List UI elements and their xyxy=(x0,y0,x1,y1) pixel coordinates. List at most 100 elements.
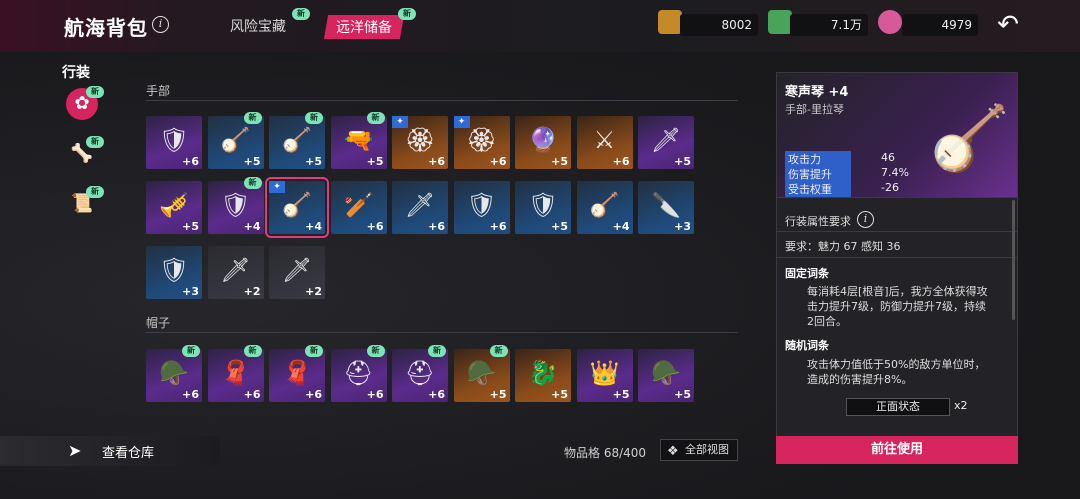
item-art-icon: 🪖 xyxy=(466,359,497,387)
item-art-icon: 🏏 xyxy=(343,191,374,219)
hand-item-slot[interactable]: 🔮 +5 xyxy=(515,116,571,169)
hand-item-slot[interactable]: 🗡 +6 xyxy=(392,181,448,234)
item-art-icon: 🏵 xyxy=(466,126,497,154)
green-gem-value: 7.1万 xyxy=(790,14,868,36)
hand-item-slot[interactable]: 🪕 +5 新 xyxy=(269,112,325,169)
item-art-icon: 🛡 xyxy=(466,191,497,219)
item-level: +5 xyxy=(551,388,568,401)
random-text: 造成的伤害提升8%。 xyxy=(807,373,913,386)
item-art-icon: 🗡 xyxy=(650,126,682,154)
back-arrow-icon[interactable]: ↶ xyxy=(992,10,1024,40)
section-hand: 手部 xyxy=(146,84,171,98)
item-art-icon: 🧣 xyxy=(220,359,251,387)
hand-item-slot[interactable]: 🔫 +5 新 xyxy=(330,112,387,169)
hand-item-slot[interactable]: 🏵 +6 ✦ xyxy=(453,116,510,169)
hand-item-slot[interactable]: 🪕 +4 xyxy=(576,181,633,234)
pink-crystal-icon[interactable] xyxy=(878,10,902,34)
star-icon: ✦ xyxy=(269,181,285,193)
hat-item-slot[interactable]: 🪖 +5 xyxy=(638,349,694,402)
new-badge: 新 xyxy=(428,345,446,357)
hat-item-slot[interactable]: ⛑ +6 新 xyxy=(330,345,387,402)
item-art-icon: 🪕 xyxy=(282,191,312,219)
stat-damage: 伤害提升 7.4% xyxy=(785,166,935,182)
stat-weight: 受击权重 -26 xyxy=(785,181,935,197)
item-level: +6 xyxy=(428,388,445,401)
item-art-icon: 🪖 xyxy=(159,359,189,387)
positive-status-chip[interactable]: 正面状态 xyxy=(846,398,950,416)
go-use-button[interactable]: 前往使用 xyxy=(776,436,1018,464)
hand-item-slot[interactable]: 🪕 +4 ✦ xyxy=(265,177,329,238)
pink-crystal-value: 4979 xyxy=(902,14,978,36)
item-art-icon: 🛡 xyxy=(220,191,251,219)
item-art-icon: 👑 xyxy=(589,359,620,387)
hand-item-slot[interactable]: 🛡 +6 xyxy=(453,181,510,234)
hand-item-slot[interactable]: 🏵 +6 ✦ xyxy=(392,116,448,169)
hand-item-slot[interactable]: 🗡 +2 xyxy=(269,246,325,299)
item-art-icon: 🪕 xyxy=(589,191,620,219)
item-art-icon: 🪕 xyxy=(220,126,251,154)
item-art-icon: 🛡 xyxy=(527,191,559,219)
item-art-icon: 🛡 xyxy=(158,256,190,284)
item-level: +5 xyxy=(182,220,199,233)
hand-item-slot[interactable]: 🎺 +5 xyxy=(146,181,202,234)
new-badge: 新 xyxy=(305,112,323,124)
item-art-icon: ⛑ xyxy=(343,359,374,387)
item-art-icon: ⚔ xyxy=(593,126,616,154)
new-badge: 新 xyxy=(366,345,385,357)
item-level: +6 xyxy=(428,155,445,168)
hat-item-slot[interactable]: 🧣 +6 新 xyxy=(207,345,264,402)
info-icon[interactable]: i xyxy=(152,16,169,33)
view-warehouse-button[interactable]: 查看仓库 xyxy=(102,442,154,461)
section-hat: 帽子 xyxy=(146,316,171,330)
all-view-button[interactable]: ❖ 全部视图 xyxy=(660,439,738,461)
hand-item-slot[interactable]: 🛡 +3 xyxy=(146,246,202,299)
divider xyxy=(777,231,1017,232)
item-level: +5 xyxy=(612,388,630,401)
item-art-icon: 🎺 xyxy=(159,191,189,219)
tab-risk-treasure[interactable]: 风险宝藏 xyxy=(230,16,286,36)
lyre-icon: 🪕 xyxy=(930,102,1010,176)
item-level: +4 xyxy=(305,220,322,233)
hat-item-slot[interactable]: 🧣 +6 新 xyxy=(269,345,325,402)
tab-ocean-reserve[interactable]: 远洋储备 xyxy=(323,15,405,39)
hand-item-slot[interactable]: 🏏 +6 xyxy=(330,181,387,234)
item-level: +6 xyxy=(612,155,630,168)
divider xyxy=(777,197,1017,198)
hand-item-slot[interactable]: 🛡 +6 xyxy=(146,116,202,169)
hat-item-slot[interactable]: 🪖 +6 新 xyxy=(146,345,202,402)
item-level: +5 xyxy=(366,155,384,168)
item-level: +5 xyxy=(551,155,568,168)
item-type: 手部-里拉琴 xyxy=(785,103,844,116)
item-art-icon: ⛑ xyxy=(404,359,436,387)
detail-scrollbar[interactable] xyxy=(1012,200,1015,320)
new-badge: 新 xyxy=(489,345,508,357)
hand-item-slot[interactable]: 🗡 +2 xyxy=(207,246,264,299)
item-art-icon: 🪖 xyxy=(651,359,681,387)
info-icon[interactable]: i xyxy=(857,211,874,228)
item-art-icon: 🔫 xyxy=(343,126,374,154)
item-level: +3 xyxy=(182,285,199,298)
item-level: +6 xyxy=(182,155,199,168)
new-badge: 新 xyxy=(243,112,262,124)
hand-item-slot[interactable]: 🔪 +3 xyxy=(638,181,694,234)
item-level: +2 xyxy=(305,285,322,298)
hat-item-slot[interactable]: 👑 +5 xyxy=(576,349,633,402)
hand-item-slot[interactable]: ⚔ +6 xyxy=(576,116,633,169)
fixed-text: 2回合。 xyxy=(807,315,847,328)
item-level: +5 xyxy=(674,388,691,401)
hat-item-slot[interactable]: 🪖 +5 新 xyxy=(453,345,510,402)
item-level: +6 xyxy=(366,388,384,401)
hand-item-slot[interactable]: 🛡 +4 新 xyxy=(207,177,264,234)
gold-coins-value: 8002 xyxy=(680,14,758,36)
hat-item-slot[interactable]: ⛑ +6 新 xyxy=(392,345,448,402)
new-badge: 新 xyxy=(292,8,310,20)
chip-count: x2 xyxy=(954,399,968,412)
hand-item-slot[interactable]: 🛡 +5 xyxy=(515,181,571,234)
hat-item-slot[interactable]: 🐉 +5 xyxy=(515,349,571,402)
hand-item-slot[interactable]: 🗡 +5 xyxy=(638,116,694,169)
item-level: +5 xyxy=(243,155,261,168)
item-level: +5 xyxy=(305,155,322,168)
item-art-icon: 🔪 xyxy=(651,191,681,219)
new-badge: 新 xyxy=(366,112,385,124)
hand-item-slot[interactable]: 🪕 +5 新 xyxy=(207,112,264,169)
